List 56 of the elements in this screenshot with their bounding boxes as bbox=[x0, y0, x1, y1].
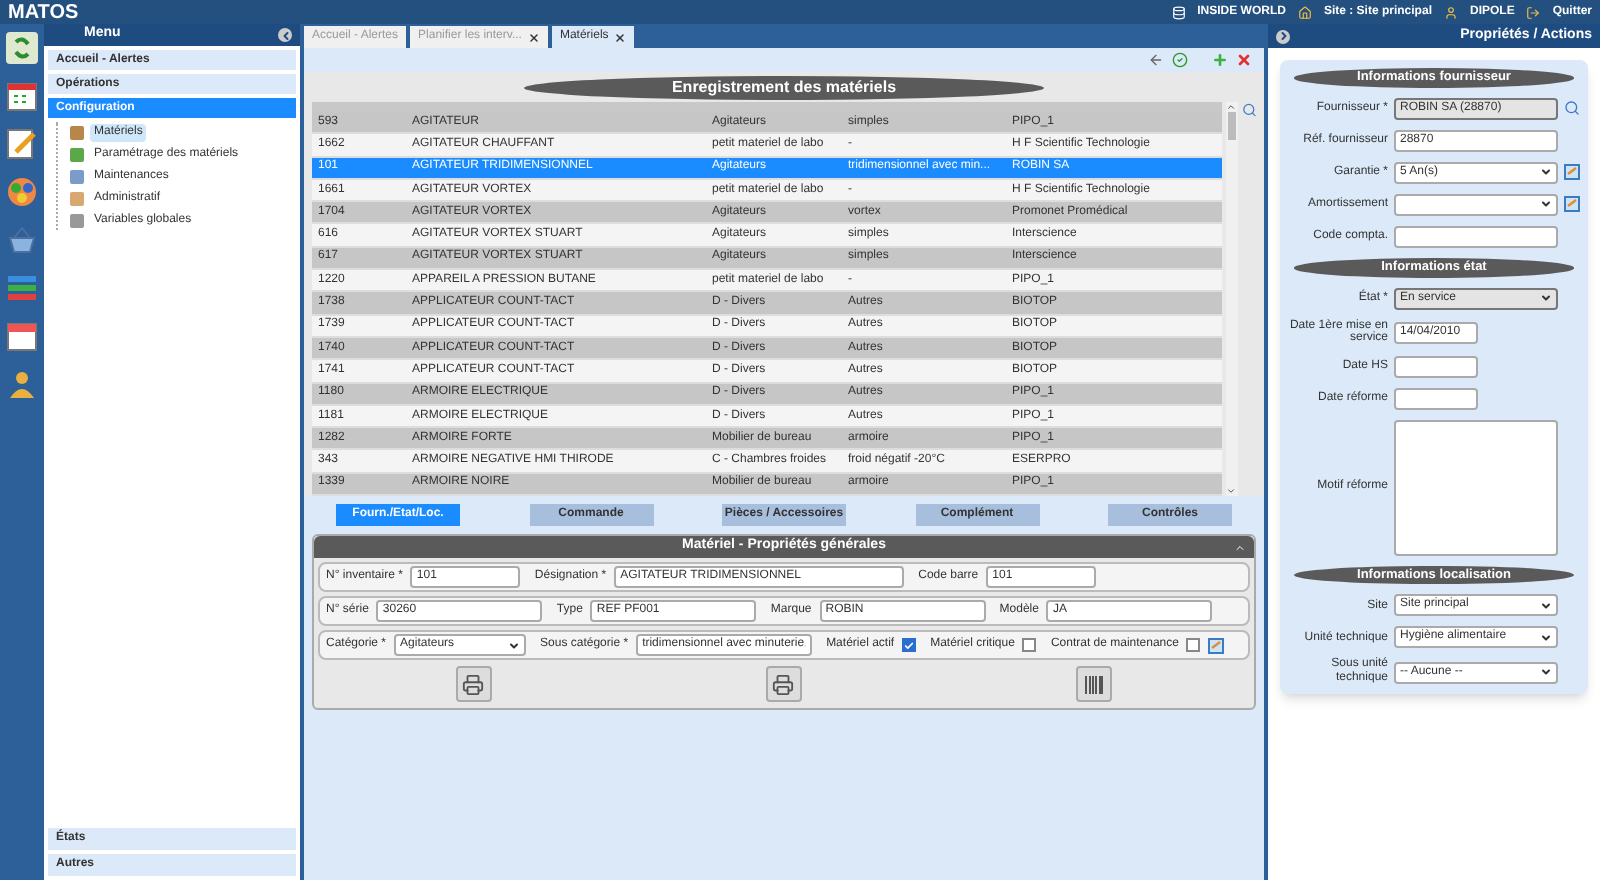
caret-icon bbox=[1540, 198, 1552, 211]
print-button[interactable] bbox=[765, 666, 802, 703]
print-button[interactable] bbox=[455, 666, 492, 703]
calendar-icon[interactable] bbox=[6, 80, 38, 112]
tree-node-icon bbox=[70, 214, 84, 228]
close-icon[interactable] bbox=[527, 31, 540, 43]
exit-icon bbox=[1526, 5, 1541, 19]
calendar-icon[interactable] bbox=[6, 320, 38, 352]
home-icon bbox=[1297, 5, 1312, 19]
expand-button[interactable] bbox=[1276, 29, 1290, 43]
caret-icon bbox=[1540, 292, 1552, 304]
scroll-up-icon[interactable] bbox=[1226, 102, 1237, 112]
edit-icon[interactable] bbox=[6, 128, 38, 160]
delete-icon[interactable] bbox=[1236, 52, 1252, 68]
balls-icon[interactable] bbox=[6, 176, 38, 208]
note-icon[interactable] bbox=[1564, 196, 1580, 213]
refresh-icon[interactable] bbox=[6, 32, 38, 64]
validate-icon[interactable] bbox=[1172, 52, 1188, 68]
caret-icon bbox=[508, 639, 521, 652]
barcode-icon bbox=[1084, 675, 1105, 694]
checkbox[interactable] bbox=[902, 638, 917, 653]
checkbox[interactable] bbox=[1022, 638, 1037, 653]
search-icon[interactable] bbox=[1241, 102, 1256, 118]
caret-icon bbox=[1540, 666, 1552, 679]
back-icon[interactable] bbox=[1148, 52, 1164, 68]
caret-icon bbox=[1540, 631, 1552, 644]
add-icon[interactable] bbox=[1212, 52, 1228, 68]
printer-icon bbox=[462, 673, 485, 696]
close-icon[interactable] bbox=[614, 31, 627, 43]
app-title: MATOS bbox=[8, 0, 79, 27]
table-title: Enregistrement des matériels bbox=[524, 76, 1044, 100]
tree-node-icon bbox=[70, 126, 84, 140]
date-field[interactable] bbox=[1394, 387, 1478, 410]
printer-icon bbox=[772, 673, 795, 696]
date-field[interactable] bbox=[1394, 355, 1478, 378]
input-field[interactable] bbox=[1394, 225, 1558, 248]
checkbox[interactable] bbox=[1186, 638, 1201, 653]
database-icon bbox=[1171, 5, 1186, 19]
tree-node-icon bbox=[70, 148, 84, 162]
barcode-button[interactable] bbox=[1076, 666, 1113, 703]
textarea-field[interactable] bbox=[1394, 419, 1558, 556]
caret-icon bbox=[1540, 166, 1552, 179]
collapse-button[interactable] bbox=[278, 28, 292, 42]
collapse-icon[interactable] bbox=[1234, 541, 1246, 554]
note-icon[interactable] bbox=[1564, 164, 1580, 181]
select-field[interactable] bbox=[1394, 193, 1558, 216]
scroll-down-icon[interactable] bbox=[1226, 486, 1237, 497]
stack-icon[interactable] bbox=[6, 272, 38, 304]
person-icon[interactable] bbox=[6, 368, 38, 400]
basket-icon[interactable] bbox=[6, 224, 38, 256]
user-icon bbox=[1443, 5, 1458, 19]
scrollbar[interactable] bbox=[1226, 102, 1238, 497]
tree-node-icon bbox=[70, 192, 84, 206]
note-icon[interactable] bbox=[1208, 637, 1225, 654]
caret-icon bbox=[1540, 599, 1552, 612]
tree-node-icon bbox=[70, 170, 84, 184]
